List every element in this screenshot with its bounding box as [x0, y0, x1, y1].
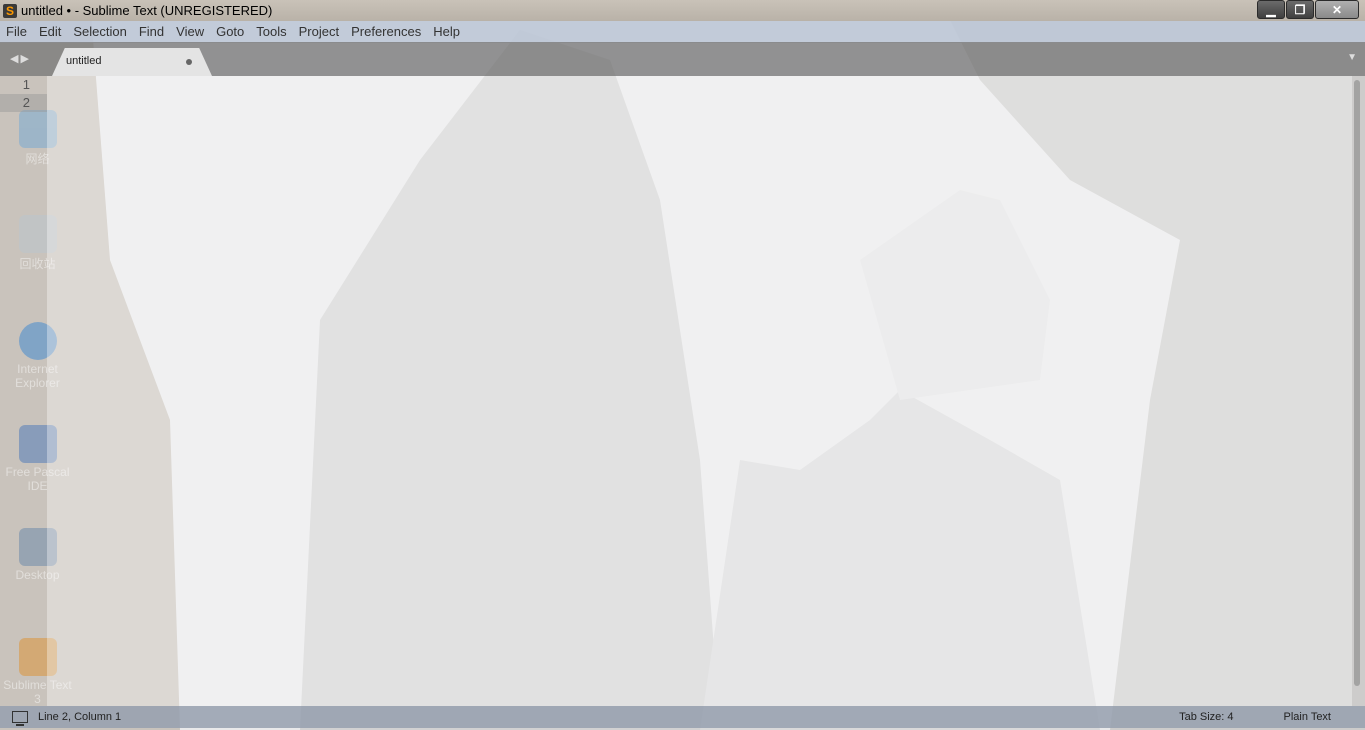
cursor-position: Line 2, Column 1 — [38, 711, 122, 723]
vertical-scrollbar[interactable] — [1354, 80, 1360, 686]
line-number-gutter[interactable]: 1 2 — [0, 76, 47, 706]
window-title: untitled • - Sublime Text (UNREGISTERED) — [21, 3, 273, 18]
unsaved-dot-icon[interactable] — [186, 59, 192, 65]
menu-find[interactable]: Find — [133, 24, 170, 39]
menu-goto[interactable]: Goto — [210, 24, 250, 39]
menu-project[interactable]: Project — [293, 24, 345, 39]
menu-selection[interactable]: Selection — [67, 24, 132, 39]
line-number: 1 — [22, 77, 30, 92]
console-toggle-icon[interactable] — [12, 711, 28, 726]
status-bar: Line 2, Column 1 Tab Size: 4 Plain Text — [0, 706, 1365, 728]
menu-tools[interactable]: Tools — [250, 24, 292, 39]
menu-edit[interactable]: Edit — [33, 24, 67, 39]
menu-preferences[interactable]: Preferences — [345, 24, 427, 39]
maximize-button[interactable]: ❐ — [1286, 0, 1314, 19]
menu-bar: File Edit Selection Find View Goto Tools… — [0, 21, 1365, 43]
menu-help[interactable]: Help — [427, 24, 466, 39]
window-controls: ▁ ❐ ✕ — [1256, 0, 1359, 19]
tab-label: untitled — [66, 55, 102, 67]
editor-text-area[interactable] — [47, 76, 1352, 706]
title-bar[interactable]: S untitled • - Sublime Text (UNREGISTERE… — [0, 0, 1365, 21]
sublime-app-icon[interactable]: S — [3, 3, 17, 18]
syntax-indicator[interactable]: Plain Text — [1284, 711, 1332, 723]
close-button[interactable]: ✕ — [1315, 0, 1359, 19]
tab-list-dropdown-icon[interactable]: ▼ — [1347, 52, 1357, 63]
status-right-group: Tab Size: 4 Plain Text — [1179, 711, 1331, 723]
minimize-button[interactable]: ▁ — [1257, 0, 1285, 19]
tab-size-indicator[interactable]: Tab Size: 4 — [1179, 711, 1233, 723]
menu-view[interactable]: View — [170, 24, 210, 39]
menu-file[interactable]: File — [0, 24, 33, 39]
tab-scroll-arrows-icon[interactable]: ◀▶ — [10, 52, 31, 65]
tab-untitled[interactable]: untitled — [52, 48, 212, 76]
tab-bar: ◀▶ untitled ▼ — [0, 42, 1365, 76]
line-number-active: 2 — [0, 94, 47, 112]
